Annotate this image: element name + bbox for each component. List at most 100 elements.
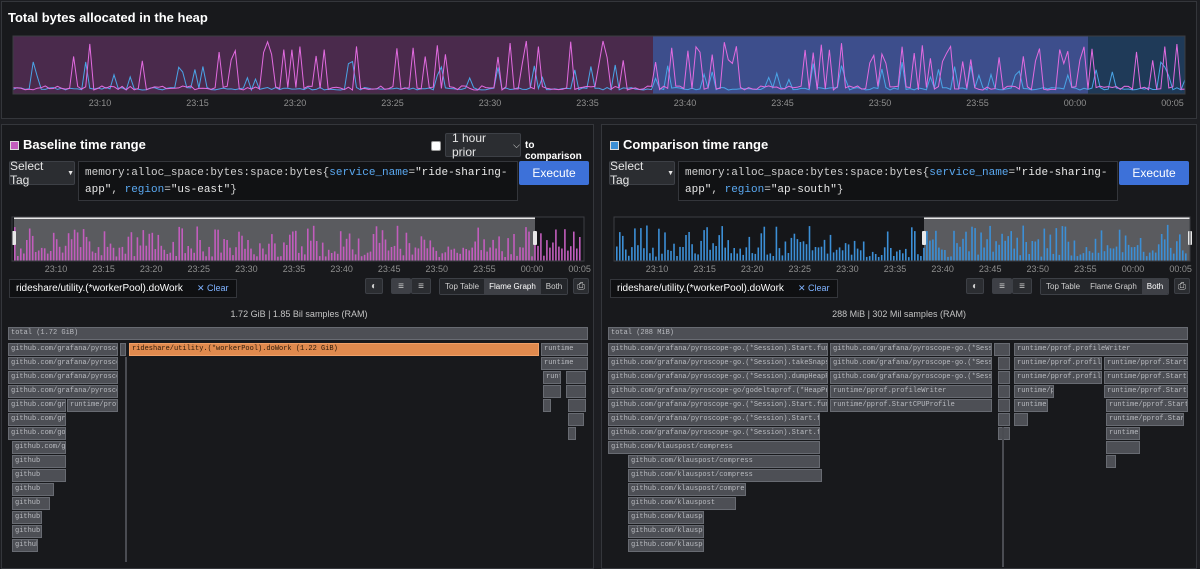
selection-handle-left[interactable]: [922, 231, 926, 245]
flame-frame[interactable]: github.com/klauspost: [628, 539, 704, 552]
view-both[interactable]: Both: [540, 279, 568, 294]
flame-frame[interactable]: github.com/grafana/pyroscope-go.(*Sessio…: [608, 343, 828, 356]
palette-button[interactable]: ◐: [365, 278, 383, 294]
sort-button[interactable]: ≡: [992, 278, 1012, 294]
flame-frame[interactable]: runtime/pprof.StartCPUProfile: [830, 399, 992, 412]
flame-frame[interactable]: github.com/klauspost/compress: [628, 469, 822, 482]
selection-handle-right[interactable]: [533, 231, 537, 245]
flame-frame[interactable]: github: [12, 525, 42, 538]
flame-frame[interactable]: [998, 357, 1010, 370]
view-top-table[interactable]: Top Table: [1041, 279, 1086, 294]
flame-frame[interactable]: github.com/gra: [8, 399, 66, 412]
flame-frame[interactable]: [998, 413, 1010, 426]
flame-frame-root[interactable]: total (1.72 GiB): [8, 327, 588, 340]
flame-frame[interactable]: github.com/grafana/pyroscope-go.(*Sessio…: [608, 371, 828, 384]
flame-frame[interactable]: [120, 343, 126, 356]
flame-frame[interactable]: github.com/grafana/pyroscope-go.(*Sessio…: [608, 357, 828, 370]
flame-frame[interactable]: runtime/prof: [67, 399, 118, 412]
comparison-select-tag-button[interactable]: Select Tag ▼: [609, 159, 675, 187]
flame-frame[interactable]: [566, 385, 586, 398]
baseline-flamegraph[interactable]: total (1.72 GiB) github.com/grafana/pyro…: [8, 327, 588, 567]
flame-frame[interactable]: [568, 413, 584, 426]
flame-frame[interactable]: github.com/klauspost/compress: [628, 455, 820, 468]
flame-thin-frame[interactable]: [125, 357, 127, 562]
flame-frame-highlighted[interactable]: rideshare/utility.(*workerPool).doWork (…: [129, 343, 539, 356]
flame-frame[interactable]: [1014, 413, 1028, 426]
flame-thin-frame[interactable]: [1002, 427, 1004, 567]
flame-frame[interactable]: github.com/grafana/pyroscope-go.(*Sessio…: [608, 413, 820, 426]
flame-frame[interactable]: github: [12, 511, 42, 524]
comparison-flamegraph[interactable]: total (288 MiB) github.com/grafana/pyros…: [608, 327, 1188, 567]
flame-frame[interactable]: runtime/pprof.profileWriter: [1014, 371, 1102, 384]
time-offset-select[interactable]: 1 hour prior ⌵: [445, 131, 521, 159]
flame-frame[interactable]: [568, 427, 576, 440]
flame-frame[interactable]: github.com/klauspost: [628, 497, 736, 510]
comparison-query-input[interactable]: memory:alloc_space:bytes:space:bytes{ser…: [678, 161, 1118, 201]
flame-frame[interactable]: github.com/go: [8, 427, 66, 440]
flame-frame[interactable]: github.com/gra: [8, 413, 66, 426]
flame-frame[interactable]: runtime/pprof.StartCPUProfile: [1104, 385, 1188, 398]
flame-frame[interactable]: github.com/grafana/pyroscope-go: [8, 385, 118, 398]
sort-button[interactable]: ≡: [391, 278, 411, 294]
comparison-clear-button[interactable]: ✕ Clear: [798, 283, 830, 294]
flame-frame[interactable]: [566, 371, 586, 384]
flame-frame[interactable]: github.com/grafana/pyroscope-go.(*Sessio…: [830, 371, 992, 384]
view-flame-graph[interactable]: Flame Graph: [484, 279, 541, 294]
flame-frame[interactable]: github.com/grafana/pyroscope-go: [8, 357, 118, 370]
flame-frame[interactable]: runtime/pprof.StartCPUProfile: [1104, 371, 1188, 384]
flame-frame[interactable]: runtime: [541, 357, 588, 370]
flame-frame[interactable]: runtime/pprof.profileWriter: [1014, 399, 1048, 412]
flame-frame[interactable]: github: [12, 469, 66, 482]
flame-frame-root[interactable]: total (288 MiB): [608, 327, 1188, 340]
flame-frame[interactable]: github: [12, 497, 50, 510]
flame-frame[interactable]: runtime/pprof.profileWriter: [1014, 343, 1188, 356]
flame-frame[interactable]: runtime/pprof.StartCPUProfile: [1106, 427, 1140, 440]
baseline-select-tag-button[interactable]: Select Tag ▼: [9, 159, 75, 187]
flame-frame[interactable]: [543, 385, 561, 398]
flame-frame[interactable]: [994, 343, 1010, 356]
comparison-execute-button[interactable]: Execute: [1119, 161, 1189, 185]
flame-frame[interactable]: github.com/grafana/pyroscope-go.(*Sessio…: [608, 399, 828, 412]
heap-timeline-chart[interactable]: [12, 35, 1186, 95]
flame-frame[interactable]: github.com/klauspost: [628, 525, 704, 538]
flame-frame[interactable]: github.com/grafana/pyroscope-go.(*Sessio…: [830, 357, 992, 370]
flame-frame[interactable]: github.com/grafana/pyroscope-go: [8, 371, 118, 384]
selection-handle-left[interactable]: [12, 231, 16, 245]
flame-frame[interactable]: github.com/klauspost/compress: [608, 441, 820, 454]
flame-frame[interactable]: github.com/klauspost/compress: [628, 483, 746, 496]
flame-frame[interactable]: github: [12, 455, 66, 468]
flame-frame[interactable]: [998, 371, 1010, 384]
flame-frame[interactable]: [568, 399, 586, 412]
baseline-view-toggle[interactable]: Top Table Flame Graph Both: [439, 278, 569, 295]
flame-frame[interactable]: runtime/pprof.StartCPUProfile: [1106, 413, 1184, 426]
baseline-query-input[interactable]: memory:alloc_space:bytes:space:bytes{ser…: [78, 161, 518, 201]
collapse-button[interactable]: ≡: [1012, 278, 1032, 294]
flame-frame[interactable]: github: [12, 483, 54, 496]
flame-frame[interactable]: [1106, 455, 1116, 468]
flame-frame[interactable]: github.com/grafana/pyroscope-go.(*Sessio…: [830, 343, 992, 356]
view-flame-graph[interactable]: Flame Graph: [1085, 279, 1142, 294]
export-button[interactable]: ⎙: [1174, 278, 1190, 294]
flame-frame[interactable]: runtime/pprof.StartCPUProfile: [1106, 399, 1188, 412]
palette-button[interactable]: ◐: [966, 278, 984, 294]
baseline-timeline-chart[interactable]: [11, 216, 585, 262]
flame-frame[interactable]: github.com/grafana/pyroscope-go/godeltap…: [608, 385, 828, 398]
export-button[interactable]: ⎙: [573, 278, 589, 294]
flame-frame[interactable]: [998, 399, 1010, 412]
flame-frame[interactable]: runtime/pprof.profileWriter: [1014, 385, 1054, 398]
flame-frame[interactable]: [543, 399, 551, 412]
comparison-view-toggle[interactable]: Top Table Flame Graph Both: [1040, 278, 1170, 295]
baseline-clear-button[interactable]: ✕ Clear: [197, 283, 229, 294]
flame-frame[interactable]: github.com/klauspost: [628, 511, 704, 524]
flame-frame[interactable]: [998, 385, 1010, 398]
flame-frame[interactable]: runtime/pprof.profileWriter: [1014, 357, 1102, 370]
flame-frame[interactable]: runtime/pprof.profileWriter: [830, 385, 992, 398]
flame-frame[interactable]: runtime: [541, 343, 588, 356]
flame-frame[interactable]: github: [12, 539, 38, 552]
flame-frame[interactable]: github.com/go: [12, 441, 66, 454]
sync-comparison-checkbox[interactable]: [431, 141, 441, 151]
flame-frame[interactable]: github.com/grafana/pyroscope-go: [8, 343, 118, 356]
flame-frame[interactable]: runtime/pprof.StartCPUProfile: [1104, 357, 1188, 370]
flame-frame[interactable]: [998, 427, 1010, 440]
baseline-execute-button[interactable]: Execute: [519, 161, 589, 185]
